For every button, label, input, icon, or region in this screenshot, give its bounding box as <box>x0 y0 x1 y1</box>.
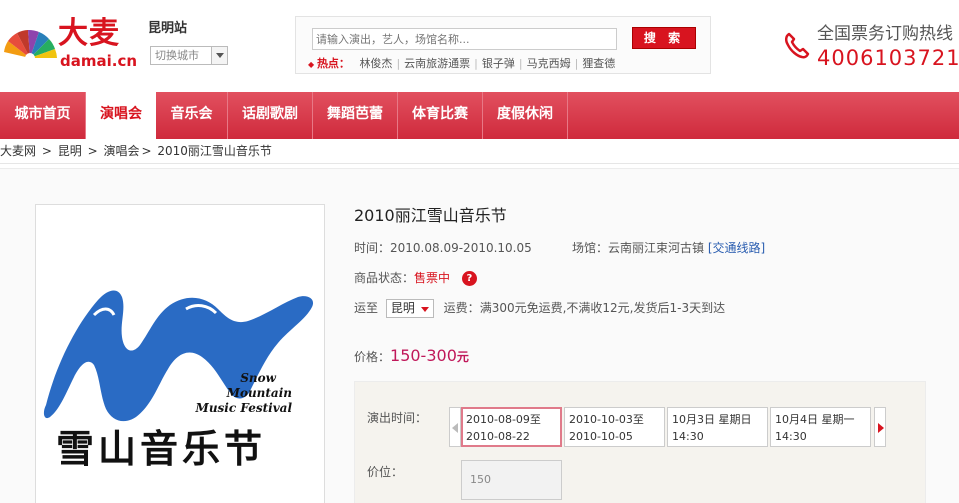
main-nav: 城市首页 演唱会 音乐会 话剧歌剧 舞蹈芭蕾 体育比赛 度假休闲 <box>0 92 959 139</box>
date-option-line2: 14:30 <box>672 430 704 443</box>
shipping-row: 运至 昆明 运费：满300元免运费,不满收12元,发货后1-3天到达 <box>354 299 725 318</box>
ship-fee-label: 运费： <box>443 301 480 315</box>
poster-title-cn: 雪山音乐节 <box>56 426 267 471</box>
date-option-line1: 2010-10-03至 <box>569 413 644 426</box>
ship-city-select[interactable]: 昆明 <box>385 299 434 318</box>
event-venue-row: 场馆：云南丽江束河古镇 [交通线路] <box>572 239 765 257</box>
poster-title-en-line: Snow <box>240 371 276 385</box>
date-prev-button[interactable] <box>449 407 461 447</box>
brand-name-cn: 大麦 <box>58 16 120 51</box>
event-time-value: 2010.08.09-2010.10.05 <box>390 241 532 255</box>
breadcrumb-separator: > <box>141 144 152 158</box>
current-city: 昆明站 <box>148 21 188 36</box>
show-time-label: 演出时间： <box>367 411 428 425</box>
ticket-select-panel: 演出时间： 2010-08-09至 2010-08-22 2010-10-03至… <box>354 381 926 503</box>
date-option-line1: 10月3日 星期日 <box>672 413 752 426</box>
product-main: Snow Mountain Music Festival 雪山音乐节 2010丽… <box>0 168 959 503</box>
date-option-line2: 14:30 <box>775 430 807 443</box>
city-switch-label: 切换城市 <box>155 49 199 62</box>
nav-item-music[interactable]: 音乐会 <box>156 92 228 139</box>
breadcrumb-separator: > <box>41 144 52 158</box>
city-switch-select[interactable]: 切换城市 <box>150 46 228 65</box>
hot-link[interactable]: 马克西姆 <box>527 57 571 70</box>
price-value: 150-300 <box>390 346 457 365</box>
date-option[interactable]: 10月4日 星期一 14:30 <box>770 407 871 447</box>
chevron-down-icon <box>211 47 227 64</box>
event-status-label: 商品状态： <box>354 271 415 285</box>
nav-item-leisure[interactable]: 度假休闲 <box>483 92 568 139</box>
phone-icon <box>784 32 810 59</box>
hotline-label: 全国票务订购热线 <box>817 24 953 44</box>
date-option-line2: 2010-10-05 <box>569 430 633 443</box>
poster-title-en: Snow Mountain Music Festival <box>186 371 316 416</box>
date-option-line1: 10月4日 星期一 <box>775 413 855 426</box>
help-icon[interactable]: ? <box>461 271 477 286</box>
breadcrumb-item[interactable]: 昆明 <box>58 144 82 158</box>
search-input[interactable] <box>312 28 617 50</box>
city-block: 昆明站 切换城市 <box>148 20 228 65</box>
event-title: 2010丽江雪山音乐节 <box>354 206 507 225</box>
price-unit: 元 <box>456 350 469 364</box>
date-option[interactable]: 2010-08-09至 2010-08-22 <box>461 407 562 447</box>
venue-route-link[interactable]: [交通线路] <box>708 241 765 255</box>
date-option-line1: 2010-08-09至 <box>466 413 541 426</box>
ship-label: 运至 <box>354 301 379 315</box>
nav-item-city-home[interactable]: 城市首页 <box>0 92 86 139</box>
nav-item-concert[interactable]: 演唱会 <box>86 92 156 139</box>
event-venue-value: 云南丽江束河古镇 <box>608 241 705 255</box>
hot-link[interactable]: 狸查德 <box>582 57 615 70</box>
ship-city-value: 昆明 <box>390 301 415 315</box>
date-option[interactable]: 10月3日 星期日 14:30 <box>667 407 768 447</box>
date-option[interactable]: 2010-10-03至 2010-10-05 <box>564 407 665 447</box>
breadcrumb-separator: > <box>87 144 98 158</box>
search-button[interactable]: 搜 索 <box>632 27 696 49</box>
hot-link[interactable]: 银子弹 <box>482 57 515 70</box>
price-tier-label: 价位： <box>367 465 404 479</box>
event-status-row: 商品状态：售票中 ? <box>354 269 477 287</box>
price-option[interactable]: 150 <box>461 460 562 500</box>
poster-title-en-line: Music Festival <box>195 401 292 415</box>
damai-logo[interactable]: 大麦 damai.cn <box>2 12 142 72</box>
event-poster[interactable]: Snow Mountain Music Festival 雪山音乐节 <box>35 204 325 503</box>
breadcrumb: 大麦网 > 昆明 > 演唱会 > 2010丽江雪山音乐节 <box>0 139 959 164</box>
flower-logo-icon <box>4 29 57 63</box>
nav-item-drama-opera[interactable]: 话剧歌剧 <box>228 92 313 139</box>
date-next-button[interactable] <box>874 407 886 447</box>
price-label: 价格： <box>354 350 391 364</box>
breadcrumb-item[interactable]: 演唱会 <box>103 144 139 158</box>
divider: | <box>518 57 523 70</box>
divider: | <box>574 57 579 70</box>
site-header: 大麦 damai.cn 昆明站 切换城市 搜 索 热点： 林俊杰|云南旅游通票|… <box>0 0 959 92</box>
date-option-line2: 2010-08-22 <box>466 430 530 443</box>
hot-label: 热点： <box>308 57 350 70</box>
hot-searches: 热点： 林俊杰|云南旅游通票|银子弹|马克西姆|狸查德 <box>308 55 615 71</box>
search-box: 搜 索 热点： 林俊杰|云南旅游通票|银子弹|马克西姆|狸查德 <box>295 16 711 74</box>
hotline-number: 4006103721 <box>817 46 959 70</box>
divider: | <box>474 57 478 70</box>
price-row: 价格：150-300元 <box>354 347 469 366</box>
poster-title-en-line: Mountain <box>226 386 292 400</box>
event-status-value: 售票中 <box>414 271 451 285</box>
hot-link[interactable]: 林俊杰 <box>359 57 392 70</box>
ship-fee-value: 满300元免运费,不满收12元,发货后1-3天到达 <box>479 301 726 315</box>
event-venue-label: 场馆： <box>572 241 609 255</box>
nav-item-sports[interactable]: 体育比赛 <box>398 92 483 139</box>
breadcrumb-current: 2010丽江雪山音乐节 <box>157 144 272 158</box>
divider: | <box>396 57 401 70</box>
event-time-label: 时间： <box>354 241 391 255</box>
event-time-row: 时间：2010.08.09-2010.10.05 <box>354 239 532 257</box>
brand-name-en: damai.cn <box>60 52 138 70</box>
breadcrumb-item[interactable]: 大麦网 <box>0 144 36 158</box>
nav-item-dance-ballet[interactable]: 舞蹈芭蕾 <box>313 92 398 139</box>
hot-link[interactable]: 云南旅游通票 <box>404 57 470 70</box>
mountain-logo-icon <box>43 290 314 422</box>
